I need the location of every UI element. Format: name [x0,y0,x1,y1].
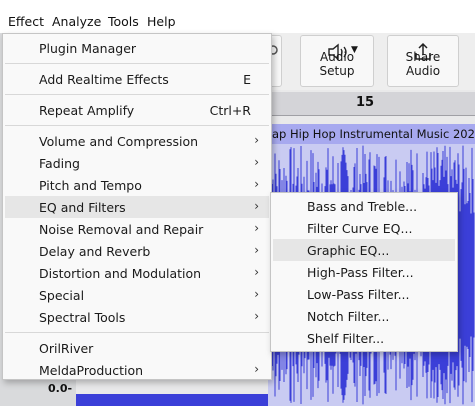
submenu-item-notch-filter[interactable]: Notch Filter... [273,305,455,327]
audio-setup-button[interactable]: ▼ Audio Setup [300,35,374,87]
menu-item-label: Pitch and Tempo [39,178,142,193]
menu-item-label: Fading [39,156,80,171]
waveform-bottom [76,394,276,406]
menu-item-add-realtime-effects[interactable]: Add Realtime Effects E [5,68,269,90]
menu-item-special[interactable]: Special › [5,284,269,306]
chevron-right-icon: › [254,287,259,301]
menu-item-distortion-and-modulation[interactable]: Distortion and Modulation › [5,262,269,284]
menubar: Effect Analyze Tools Help [0,0,475,33]
menu-item-label: Plugin Manager [39,41,137,56]
menu-item-label: Notch Filter... [307,309,390,324]
menu-item-delay-and-reverb[interactable]: Delay and Reverb › [5,240,269,262]
submenu-item-low-pass-filter[interactable]: Low-Pass Filter... [273,283,455,305]
menu-item-label: EQ and Filters [39,200,126,215]
menu-separator [5,94,269,95]
clip-title: ap Hip Hop Instrumental Music 2020 [272,127,475,141]
share-audio-label: Share Audio [405,50,441,78]
menu-item-label: Spectral Tools [39,310,126,325]
eq-filters-submenu: Bass and Treble... Filter Curve EQ... Gr… [270,192,458,352]
menu-item-label: Repeat Amplify [39,103,135,118]
chevron-right-icon: › [254,177,259,191]
chevron-right-icon: › [254,199,259,213]
effect-menu: Plugin Manager Add Realtime Effects E Re… [2,33,272,380]
menu-item-meldaproduction[interactable]: MeldaProduction › [5,359,269,379]
menu-item-repeat-amplify[interactable]: Repeat Amplify Ctrl+R [5,99,269,121]
submenu-item-high-pass-filter[interactable]: High-Pass Filter... [273,261,455,283]
menu-item-label: Graphic EQ... [307,243,390,258]
chevron-right-icon: › [254,309,259,323]
menu-help[interactable]: Help [147,14,176,29]
submenu-item-shelf-filter[interactable]: Shelf Filter... [273,327,455,349]
chevron-right-icon: › [254,133,259,147]
menu-item-pitch-and-tempo[interactable]: Pitch and Tempo › [5,174,269,196]
menu-item-shortcut: Ctrl+R [209,103,251,118]
menu-item-label: Special [39,288,85,303]
submenu-item-bass-and-treble[interactable]: Bass and Treble... [273,195,455,217]
chevron-right-icon: › [254,221,259,235]
menu-item-label: Shelf Filter... [307,331,385,346]
menu-item-label: Bass and Treble... [307,199,418,214]
menu-tools[interactable]: Tools [108,14,139,29]
chevron-right-icon: › [254,362,259,376]
track-scale-value: 0.0- [48,382,73,395]
menu-item-noise-removal-and-repair[interactable]: Noise Removal and Repair › [5,218,269,240]
menu-item-label: Delay and Reverb [39,244,151,259]
menu-item-label: Low-Pass Filter... [307,287,410,302]
menu-item-label: Distortion and Modulation [39,266,202,281]
ruler-label: 15 [356,95,375,110]
menu-item-label: OrilRiver [39,341,94,356]
menu-item-eq-and-filters[interactable]: EQ and Filters › [5,196,269,218]
toolbar: ▼ Audio Setup Share Audio [268,33,475,90]
menu-item-label: Add Realtime Effects [39,72,169,87]
timeline-ruler[interactable]: 15 [268,92,475,116]
menu-item-orilriver[interactable]: OrilRiver [5,337,269,359]
chevron-right-icon: › [254,243,259,257]
submenu-item-filter-curve-eq[interactable]: Filter Curve EQ... [273,217,455,239]
menu-item-label: High-Pass Filter... [307,265,414,280]
menu-item-label: MeldaProduction [39,363,144,378]
menu-item-shortcut: E [243,72,251,87]
clip-title-bar[interactable]: ap Hip Hop Instrumental Music 2020 [268,124,475,144]
menu-effect[interactable]: Effect [8,14,44,29]
menu-item-volume-and-compression[interactable]: Volume and Compression › [5,130,269,152]
menu-item-spectral-tools[interactable]: Spectral Tools › [5,306,269,328]
submenu-item-graphic-eq[interactable]: Graphic EQ... [273,239,455,261]
menu-separator [5,332,269,333]
menu-item-label: Volume and Compression [39,134,199,149]
menu-item-fading[interactable]: Fading › [5,152,269,174]
menu-separator [5,125,269,126]
menu-item-label: Filter Curve EQ... [307,221,413,236]
menu-separator [5,63,269,64]
menu-analyze[interactable]: Analyze [52,14,101,29]
chevron-right-icon: › [254,265,259,279]
audio-setup-label: Audio Setup [319,50,355,78]
menu-item-plugin-manager[interactable]: Plugin Manager [5,37,269,59]
share-audio-button[interactable]: Share Audio [387,35,459,87]
menu-item-label: Noise Removal and Repair [39,222,204,237]
chevron-right-icon: › [254,155,259,169]
